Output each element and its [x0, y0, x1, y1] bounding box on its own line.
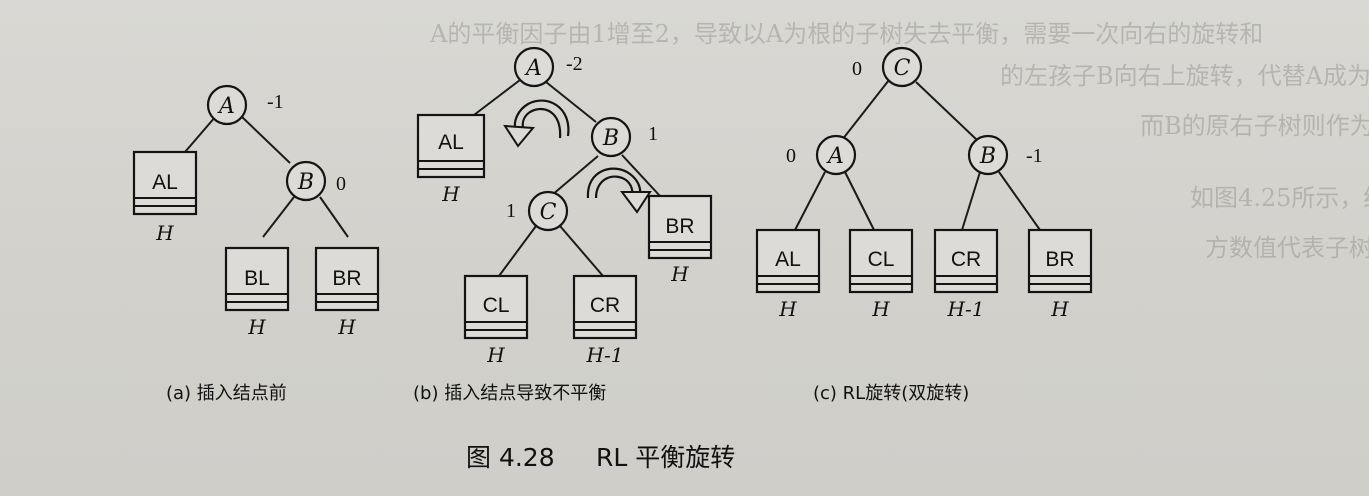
rl-rotation-figure: A的平衡因子由1增至2，导致以A为根的子树失去平衡，需要一次向右的旋转和 的左孩… [132, 20, 1369, 472]
balance-factor: 0 [336, 173, 346, 195]
subtree-label: AL [775, 248, 801, 271]
subtree-label: BR [665, 215, 694, 238]
node-b-C: C 1 [506, 190, 569, 232]
subtree-height: H [337, 315, 356, 339]
subtree-height: H [670, 262, 689, 286]
node-label: A [826, 144, 844, 169]
subtree-c-AL: AL H [755, 228, 821, 321]
node-a-B: B 0 [285, 160, 346, 202]
subtree-height: H [441, 182, 460, 206]
subtree-height: H [871, 297, 890, 321]
node-b-B: B 1 [590, 116, 658, 158]
node-c-B: B -1 [967, 134, 1043, 176]
subtree-label: BR [1045, 248, 1074, 271]
node-a-A: A -1 [206, 84, 284, 126]
subtree-label: BR [332, 267, 361, 290]
subtree-label: CR [951, 248, 981, 271]
node-c-C: C 0 [852, 46, 923, 88]
subtree-b-BR: BR H [647, 194, 713, 286]
panel-b: A -2 B 1 C 1 AL H BR H CL H CR H-1 (b) 插… [413, 46, 713, 404]
subtree-label: AL [438, 131, 464, 154]
subtree-label: CR [590, 294, 620, 317]
node-label: A [217, 94, 235, 119]
subtree-a-BR: BR H [314, 246, 380, 339]
subtree-height: H [247, 315, 266, 339]
node-label: B [602, 126, 619, 151]
subtree-height: H-1 [947, 297, 985, 321]
balance-factor: 1 [648, 123, 658, 145]
textbook-page: A的平衡因子由1增至2，导致以A为根的子树失去平衡，需要一次向右的旋转和 的左孩… [0, 0, 1369, 496]
edge-a-A-B [240, 115, 291, 164]
node-label: C [894, 56, 911, 81]
balance-factor: 0 [852, 58, 862, 80]
subtree-height: H-1 [586, 343, 624, 367]
edge-c-C-B [915, 81, 978, 141]
balance-factor: 1 [506, 200, 516, 222]
bleed-line-2: 的左孩子B向右上旋转，代替A成为根结点，将A结点向左下旋转成为B的右子树的 [1000, 62, 1369, 90]
subtree-height: H [1050, 297, 1069, 321]
bleed-line-4: 如图4.25所示，结点旁的数值是该结点的平衡因子，而矩形框表示子树，框下方的 [1190, 184, 1369, 212]
subtree-b-CL: CL H [463, 274, 529, 367]
edge-b-C-CL [498, 225, 537, 277]
edge-b-C-CR [559, 225, 604, 277]
edge-b-B-C [551, 155, 599, 196]
node-label: B [297, 170, 314, 195]
edge-c-B-CR [961, 171, 981, 231]
panel-a: A -1 B 0 AL H BL H BR H (a) 插入结点前 [132, 84, 380, 404]
bleed-line-5: 方数值代表子树的高度 [1205, 234, 1369, 262]
node-label: C [540, 200, 557, 225]
node-label: A [524, 56, 542, 81]
subtree-a-AL: AL H [132, 150, 198, 245]
subtree-label: CL [483, 294, 510, 317]
figure-title: 图 4.28 RL 平衡旋转 [466, 443, 735, 472]
bleed-line-1: A的平衡因子由1增至2，导致以A为根的子树失去平衡，需要一次向右的旋转和 [429, 20, 1263, 48]
subtree-b-CR: CR H-1 [572, 274, 638, 367]
subtree-a-BL: BL H [224, 246, 290, 339]
node-b-A: A -2 [513, 46, 583, 88]
balance-factor: -1 [267, 91, 284, 113]
edge-b-A-B [545, 81, 597, 123]
subtree-c-CL: CL H [848, 228, 914, 321]
subtree-height: H [778, 297, 797, 321]
panel-caption: (b) 插入结点导致不平衡 [413, 383, 606, 404]
panel-caption: (a) 插入结点前 [166, 383, 287, 404]
subtree-height: H [486, 343, 505, 367]
balance-factor: 0 [786, 145, 796, 167]
edge-a-B-BL [262, 196, 295, 238]
panel-caption: (c) RL旋转(双旋转) [813, 383, 969, 404]
edge-a-A-AL [184, 115, 217, 153]
subtree-b-AL: AL H [416, 113, 486, 206]
bleed-line-3: 而B的原右子树则作为A结点的左子树 [1140, 112, 1369, 140]
subtree-height: H [155, 221, 174, 245]
subtree-label: CL [868, 248, 895, 271]
node-label: B [979, 144, 996, 169]
subtree-label: AL [152, 171, 178, 194]
rotate-left-arrow-icon [503, 99, 570, 148]
subtree-c-BR: BR H [1027, 228, 1093, 321]
edge-c-B-BR [998, 171, 1041, 231]
subtree-c-CR: CR H-1 [933, 228, 999, 321]
edge-a-B-BR [319, 196, 349, 238]
balance-factor: -1 [1026, 145, 1043, 167]
balance-factor: -2 [566, 53, 583, 75]
panel-c: C 0 A 0 B -1 AL H CL H CR H-1 BR H (c) R… [755, 46, 1093, 404]
edge-c-A-CL [844, 171, 875, 231]
edge-c-A-AL [794, 171, 826, 231]
edge-b-A-AL [469, 79, 521, 119]
figure-number: 图 4.28 [466, 443, 555, 472]
subtree-label: BL [244, 267, 270, 290]
figure-title-text: RL 平衡旋转 [596, 443, 735, 472]
edge-c-C-A [841, 79, 890, 141]
node-c-A: A 0 [786, 134, 857, 176]
